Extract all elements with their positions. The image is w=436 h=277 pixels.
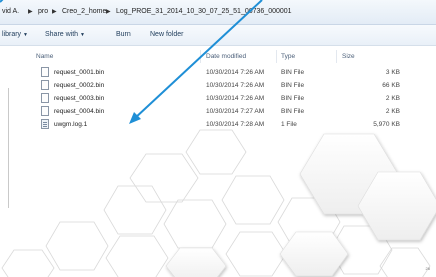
arrow-shaft bbox=[133, 0, 263, 120]
annotation-arrow bbox=[0, 0, 263, 124]
page-number: 28 bbox=[425, 266, 430, 271]
arrow-tail-fragment bbox=[0, 0, 4, 3]
